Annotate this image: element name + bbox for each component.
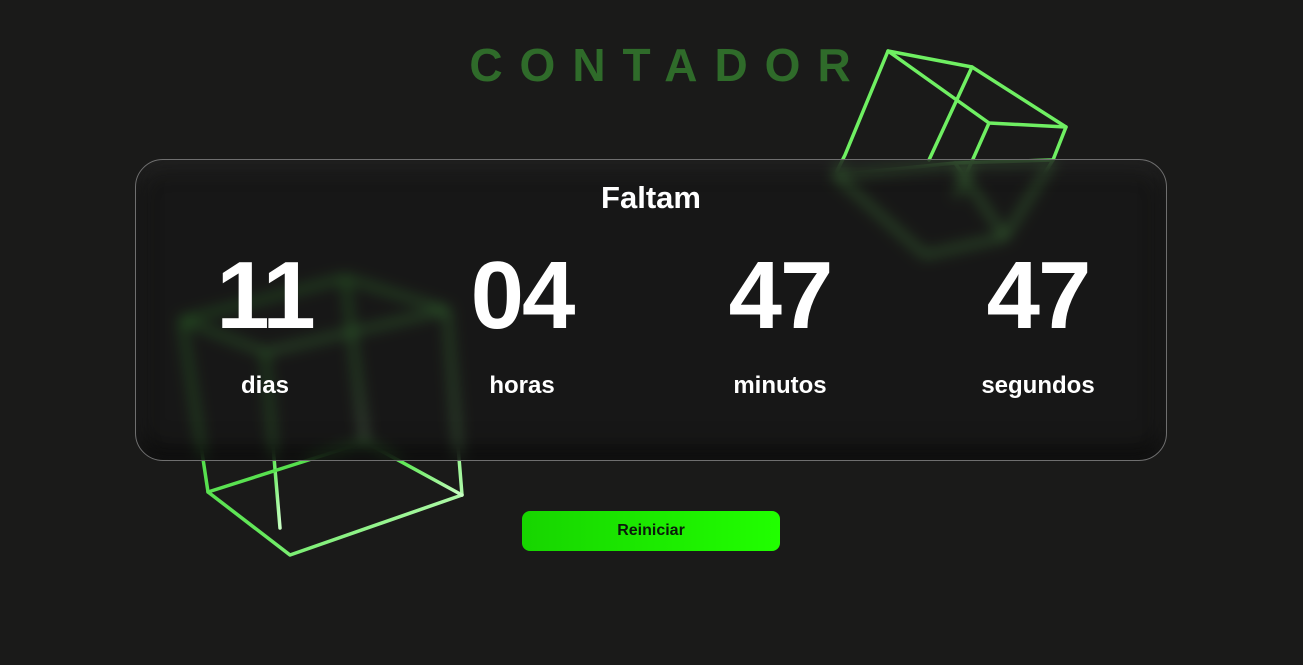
seconds-label: segundos bbox=[981, 372, 1095, 399]
restart-button[interactable]: Reiniciar bbox=[522, 511, 780, 551]
minutes-unit: 47 minutos bbox=[680, 248, 880, 400]
hours-label: horas bbox=[489, 372, 555, 399]
hours-unit: 04 horas bbox=[422, 248, 622, 400]
minutes-value: 47 bbox=[728, 242, 834, 349]
countdown-heading: Faltam bbox=[601, 180, 701, 215]
days-unit: 11 dias bbox=[165, 248, 365, 400]
seconds-unit: 47 segundos bbox=[938, 248, 1138, 400]
minutes-label: minutos bbox=[733, 372, 827, 399]
countdown-panel: Faltam 11 dias 04 horas 47 minutos 47 se… bbox=[135, 159, 1167, 461]
seconds-value: 47 bbox=[986, 242, 1092, 349]
days-value: 11 bbox=[216, 242, 315, 349]
countdown-units: 11 dias 04 horas 47 minutos 47 segundos bbox=[136, 248, 1166, 408]
page-title: CONTADOR bbox=[469, 39, 868, 91]
countdown-page: CONTADOR Faltam 11 dias 04 horas 47 minu… bbox=[0, 0, 1303, 665]
hours-value: 04 bbox=[470, 242, 576, 349]
days-label: dias bbox=[240, 372, 290, 399]
